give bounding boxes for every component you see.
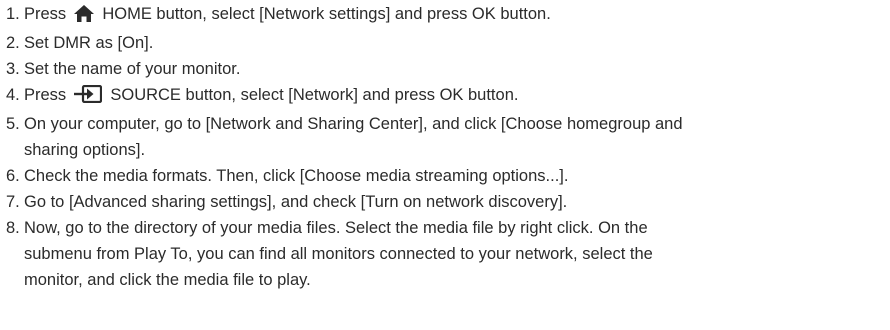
step-text: Press HOME button, select [Network setti… [24, 1, 551, 30]
step-number: 1. [6, 5, 20, 23]
step-number: 6. [6, 167, 20, 185]
step-text: Go to [Advanced sharing settings], and c… [24, 193, 568, 211]
step-number: 7. [6, 193, 20, 211]
step-number: 3. [6, 60, 20, 78]
step-text-line: Now, go to the directory of your media f… [24, 219, 648, 237]
step-3: 3. Set the name of your monitor. [6, 56, 890, 82]
step-8: 8. Now, go to the directory of your medi… [6, 215, 890, 293]
step-6: 6. Check the media formats. Then, click … [6, 163, 890, 189]
step-2: 2. Set DMR as [On]. [6, 30, 890, 56]
step-text-line: submenu from Play To, you can find all m… [24, 245, 653, 263]
home-icon [73, 4, 94, 30]
step-1: 1. Press HOME button, select [Network se… [6, 1, 890, 30]
instructions-document: 1. Press HOME button, select [Network se… [0, 0, 890, 330]
step-text-line: monitor, and click the media file to pla… [24, 271, 311, 289]
step-text-line: sharing options]. [24, 141, 146, 159]
step-5: 5. On your computer, go to [Network and … [6, 111, 890, 163]
step-text-before-icon: Press [24, 86, 71, 104]
step-number: 5. [6, 115, 20, 133]
step-text-line: On your computer, go to [Network and Sha… [24, 115, 683, 133]
step-text-after-icon: HOME button, select [Network settings] a… [97, 5, 551, 23]
source-icon [73, 84, 102, 111]
step-number: 4. [6, 86, 20, 104]
step-text-before-icon: Press [24, 5, 71, 23]
step-4: 4. Press SOURCE button, select [Network]… [6, 82, 890, 111]
step-7: 7. Go to [Advanced sharing settings], an… [6, 189, 890, 215]
step-number: 2. [6, 34, 20, 52]
step-number: 8. [6, 219, 20, 237]
step-text: On your computer, go to [Network and Sha… [24, 111, 683, 163]
step-text: Set the name of your monitor. [24, 60, 241, 78]
step-text: Check the media formats. Then, click [Ch… [24, 167, 569, 185]
step-text: Set DMR as [On]. [24, 34, 154, 52]
step-text: Now, go to the directory of your media f… [24, 215, 653, 293]
step-text-after-icon: SOURCE button, select [Network] and pres… [105, 86, 519, 104]
step-text: Press SOURCE button, select [Network] an… [24, 82, 518, 111]
